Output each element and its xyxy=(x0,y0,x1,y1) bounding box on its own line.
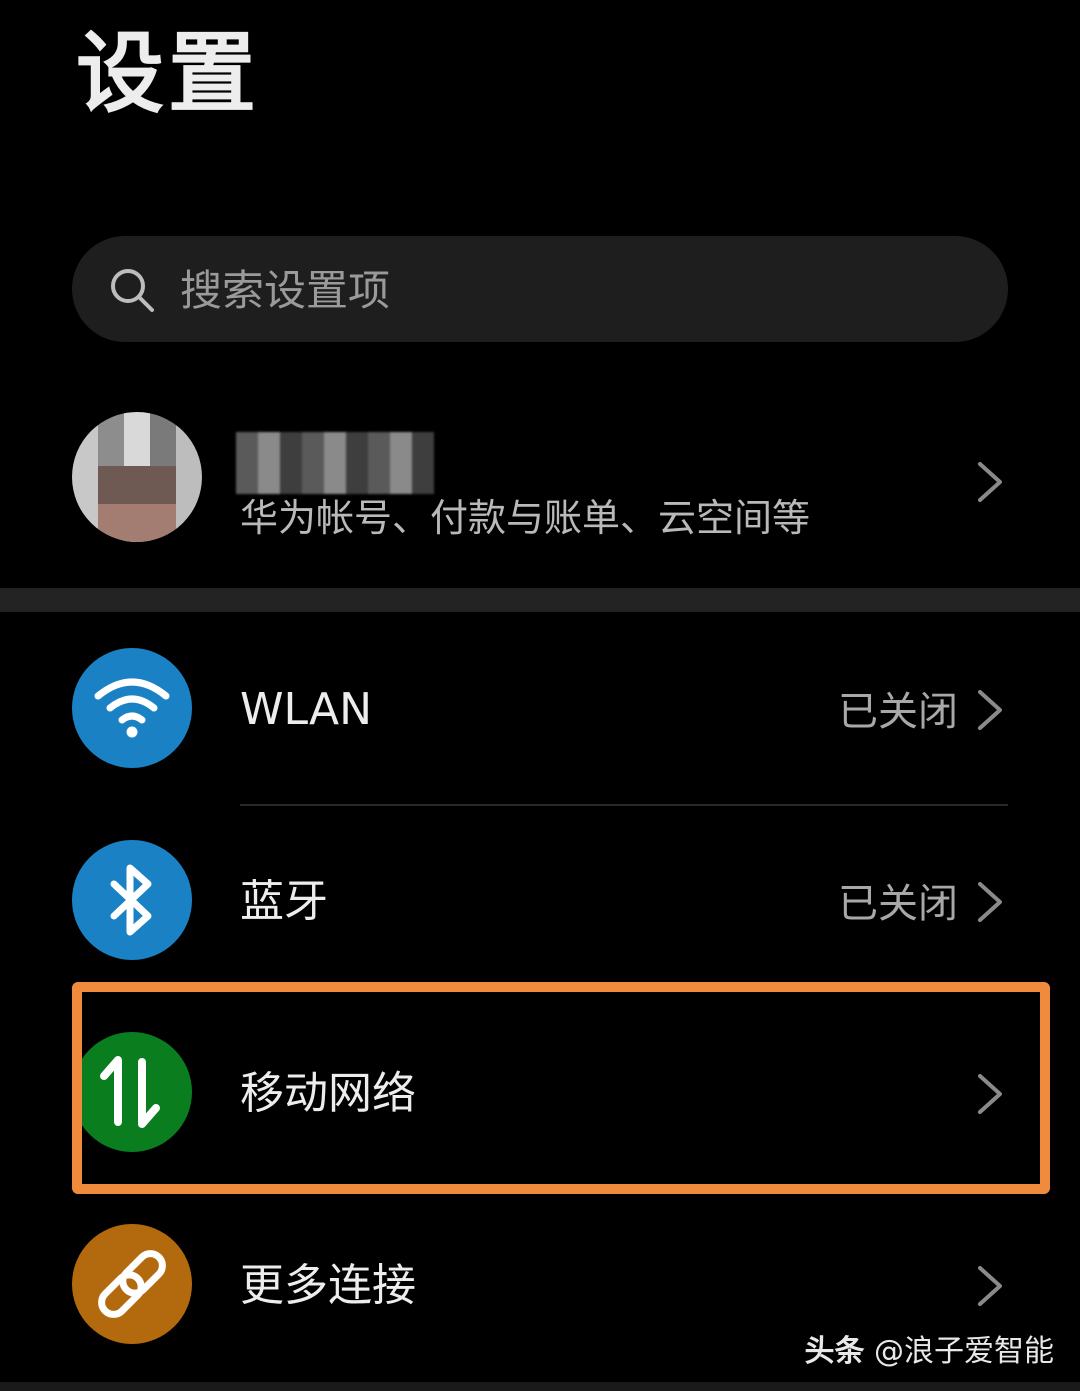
row-separator xyxy=(240,804,1008,806)
page-title: 设置 xyxy=(76,22,261,125)
watermark-brand: 头条 xyxy=(804,1334,865,1369)
bottom-band xyxy=(0,1382,1080,1391)
bluetooth-status: 已关闭 xyxy=(838,881,958,927)
chevron-right-icon xyxy=(978,462,1002,502)
wifi-icon xyxy=(72,648,192,768)
section-divider xyxy=(0,588,1080,612)
search-icon xyxy=(111,269,154,312)
wlan-label[interactable]: WLAN xyxy=(240,680,372,740)
chevron-right-icon xyxy=(978,1074,1002,1114)
chevron-right-icon xyxy=(978,882,1002,922)
mobile-data-icon xyxy=(72,1032,192,1152)
bluetooth-label[interactable]: 蓝牙 xyxy=(240,872,328,932)
wlan-status: 已关闭 xyxy=(838,689,958,735)
more-connections-label[interactable]: 更多连接 xyxy=(240,1256,416,1316)
chevron-right-icon xyxy=(978,690,1002,730)
mobile-network-label[interactable]: 移动网络 xyxy=(240,1064,416,1124)
link-icon xyxy=(72,1224,192,1344)
watermark: 头条 @浪子爱智能 xyxy=(804,1330,1054,1374)
highlight-box xyxy=(72,982,1050,1194)
search-input-placeholder[interactable]: 搜索设置项 xyxy=(180,262,390,320)
chevron-right-icon xyxy=(978,1266,1002,1306)
watermark-handle: @浪子爱智能 xyxy=(874,1334,1054,1369)
avatar[interactable] xyxy=(72,412,202,542)
bluetooth-icon xyxy=(72,840,192,960)
account-name-blurred xyxy=(236,432,434,494)
account-subtitle: 华为帐号、付款与账单、云空间等 xyxy=(240,496,811,540)
